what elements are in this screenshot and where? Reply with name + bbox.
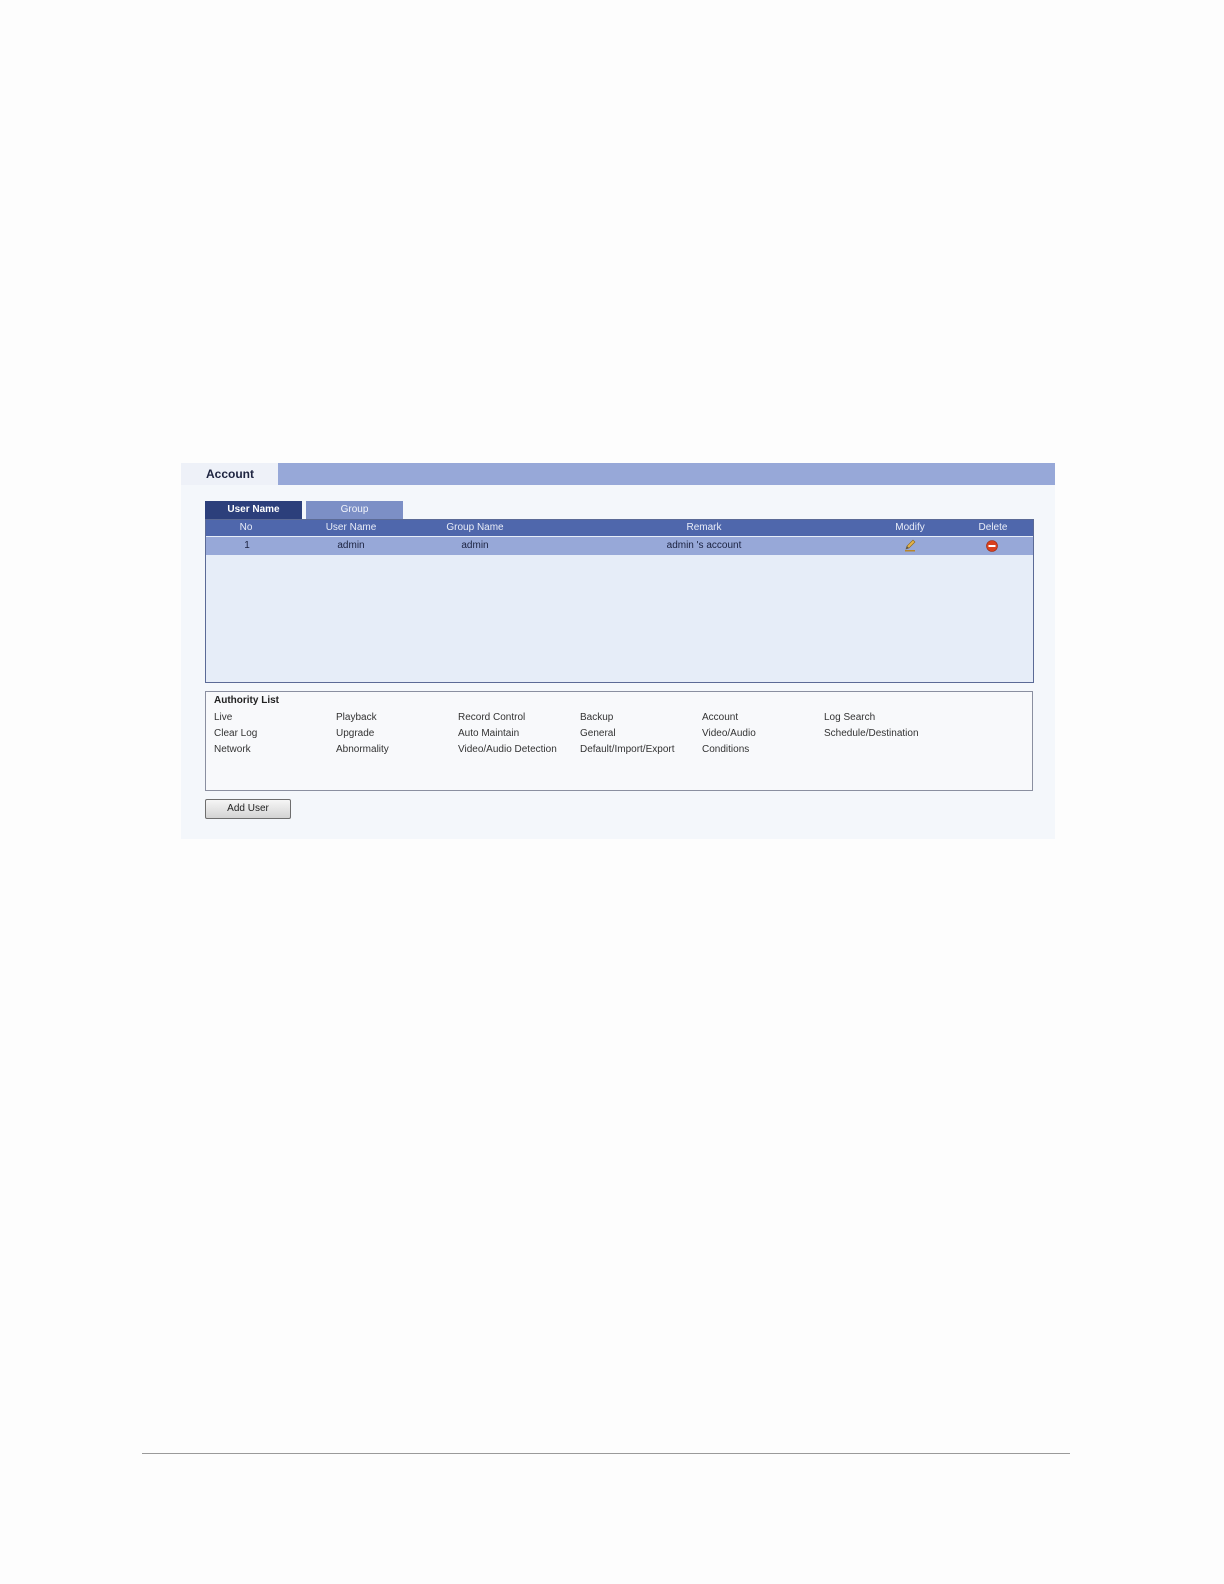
delete-button[interactable] [984, 537, 1000, 555]
authority-item-upgrade: Upgrade [336, 728, 375, 739]
authority-item-schedule-destination: Schedule/Destination [824, 728, 919, 739]
authority-item-log-search: Log Search [824, 712, 876, 723]
authority-list: Authority List Live Playback Record Cont… [205, 691, 1033, 791]
cell-group-name: admin [461, 540, 489, 551]
authority-list-title: Authority List [214, 695, 279, 706]
authority-item-backup: Backup [580, 712, 614, 723]
authority-item-auto-maintain: Auto Maintain [458, 728, 520, 739]
account-panel: Account User Name Group No User Name Gro… [181, 463, 1055, 839]
authority-item-abnormality: Abnormality [336, 744, 389, 755]
authority-item-record-control: Record Control [458, 712, 526, 723]
column-header-delete: Delete [978, 522, 1008, 533]
authority-item-video-audio-detection: Video/Audio Detection [458, 744, 557, 755]
authority-item-general: General [580, 728, 616, 739]
cell-no: 1 [244, 540, 250, 551]
modify-button[interactable] [902, 537, 918, 555]
table-header: No User Name Group Name Remark Modify De… [206, 520, 1033, 536]
authority-item-playback: Playback [336, 712, 377, 723]
table-row[interactable]: 1 admin admin admin 's account [206, 537, 1033, 555]
authority-item-live: Live [214, 712, 233, 723]
cell-remark: admin 's account [666, 540, 742, 551]
authority-item-video-audio: Video/Audio [702, 728, 756, 739]
user-table: No User Name Group Name Remark Modify De… [205, 519, 1034, 683]
authority-item-account: Account [702, 712, 739, 723]
authority-item-default-import-export: Default/Import/Export [580, 744, 675, 755]
delete-icon [986, 540, 998, 552]
column-header-modify: Modify [895, 522, 925, 533]
authority-item-clear-log: Clear Log [214, 728, 258, 739]
column-header-remark: Remark [686, 522, 722, 533]
add-user-button[interactable]: Add User [205, 799, 291, 819]
pencil-icon [905, 539, 916, 552]
panel-header-bar [181, 463, 1055, 485]
tab-user-name[interactable]: User Name [205, 501, 302, 519]
footer-divider [142, 1453, 1070, 1454]
authority-item-network: Network [214, 744, 251, 755]
tab-group[interactable]: Group [306, 501, 403, 519]
column-header-no: No [239, 522, 253, 533]
authority-item-conditions: Conditions [702, 744, 750, 755]
panel-title: Account [181, 463, 278, 485]
column-header-user-name: User Name [325, 522, 377, 533]
cell-user-name: admin [337, 540, 365, 551]
column-header-group-name: Group Name [446, 522, 504, 533]
